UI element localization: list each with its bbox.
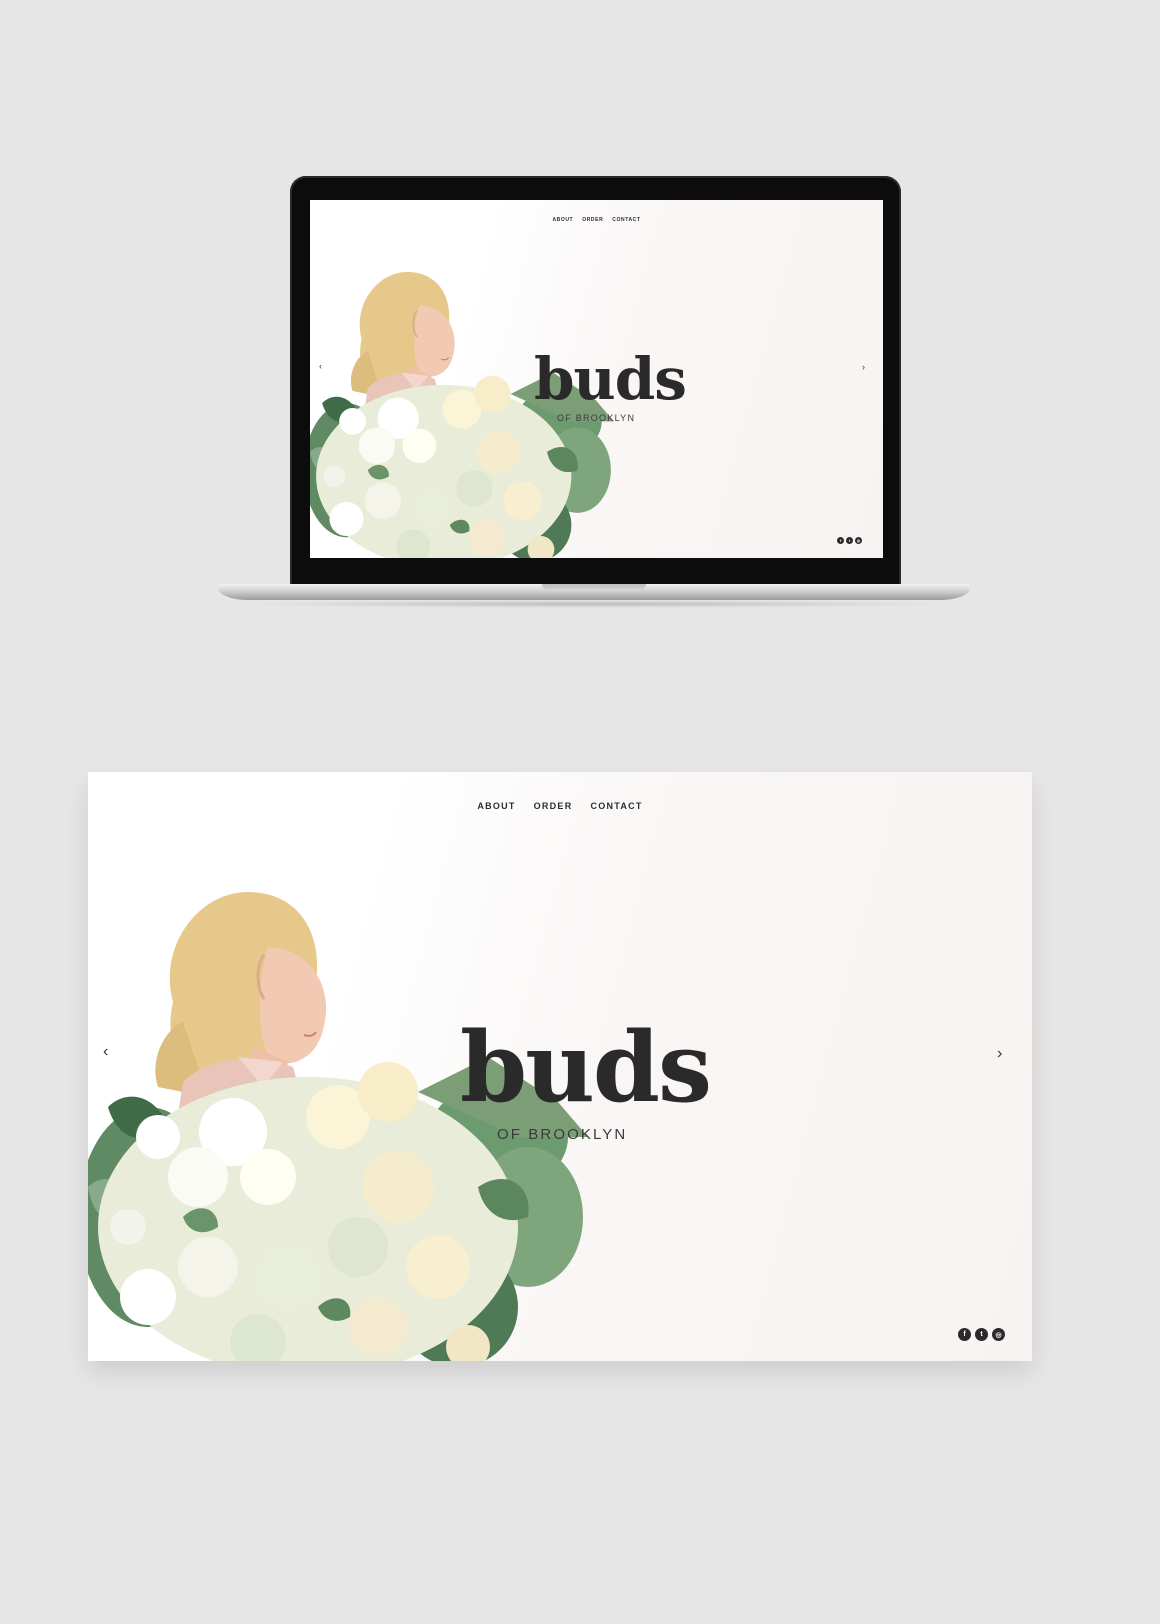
- twitter-icon[interactable]: t: [975, 1328, 988, 1341]
- nav-link-contact[interactable]: CONTACT: [612, 217, 640, 223]
- laptop-notch: [542, 584, 646, 591]
- logo-subtitle: OF BROOKLYN: [497, 1126, 628, 1143]
- laptop-mockup: ABOUT ORDER CONTACT buds OF BROOKLYN ‹ ›…: [218, 176, 970, 612]
- logo-title: buds: [460, 1011, 712, 1124]
- prev-slide-arrow-icon[interactable]: ‹: [103, 1044, 108, 1060]
- next-slide-arrow-icon[interactable]: ›: [862, 363, 865, 372]
- social-links: f t ◎: [837, 537, 862, 544]
- main-nav: ABOUT ORDER CONTACT: [310, 217, 883, 223]
- main-nav: ABOUT ORDER CONTACT: [88, 801, 1032, 811]
- twitter-icon[interactable]: t: [846, 537, 853, 544]
- laptop-lid: ABOUT ORDER CONTACT buds OF BROOKLYN ‹ ›…: [290, 176, 901, 587]
- website-preview-small: ABOUT ORDER CONTACT buds OF BROOKLYN ‹ ›…: [310, 200, 883, 558]
- website-preview-large: ABOUT ORDER CONTACT buds OF BROOKLYN ‹ ›…: [88, 772, 1032, 1361]
- instagram-icon[interactable]: ◎: [855, 537, 862, 544]
- laptop-screen: ABOUT ORDER CONTACT buds OF BROOKLYN ‹ ›…: [310, 200, 883, 558]
- nav-link-contact[interactable]: CONTACT: [590, 801, 642, 811]
- next-slide-arrow-icon[interactable]: ›: [997, 1046, 1002, 1062]
- laptop-shadow: [228, 600, 960, 608]
- instagram-icon[interactable]: ◎: [992, 1328, 1005, 1341]
- nav-link-about[interactable]: ABOUT: [477, 801, 515, 811]
- nav-link-about[interactable]: ABOUT: [552, 217, 573, 223]
- nav-link-order[interactable]: ORDER: [582, 217, 603, 223]
- prev-slide-arrow-icon[interactable]: ‹: [319, 362, 322, 371]
- hero-image: [88, 887, 598, 1361]
- social-links: f t ◎: [958, 1328, 1005, 1341]
- logo-title: buds: [534, 345, 687, 413]
- logo-subtitle: OF BROOKLYN: [557, 413, 636, 423]
- facebook-icon[interactable]: f: [958, 1328, 971, 1341]
- nav-link-order[interactable]: ORDER: [534, 801, 573, 811]
- facebook-icon[interactable]: f: [837, 537, 844, 544]
